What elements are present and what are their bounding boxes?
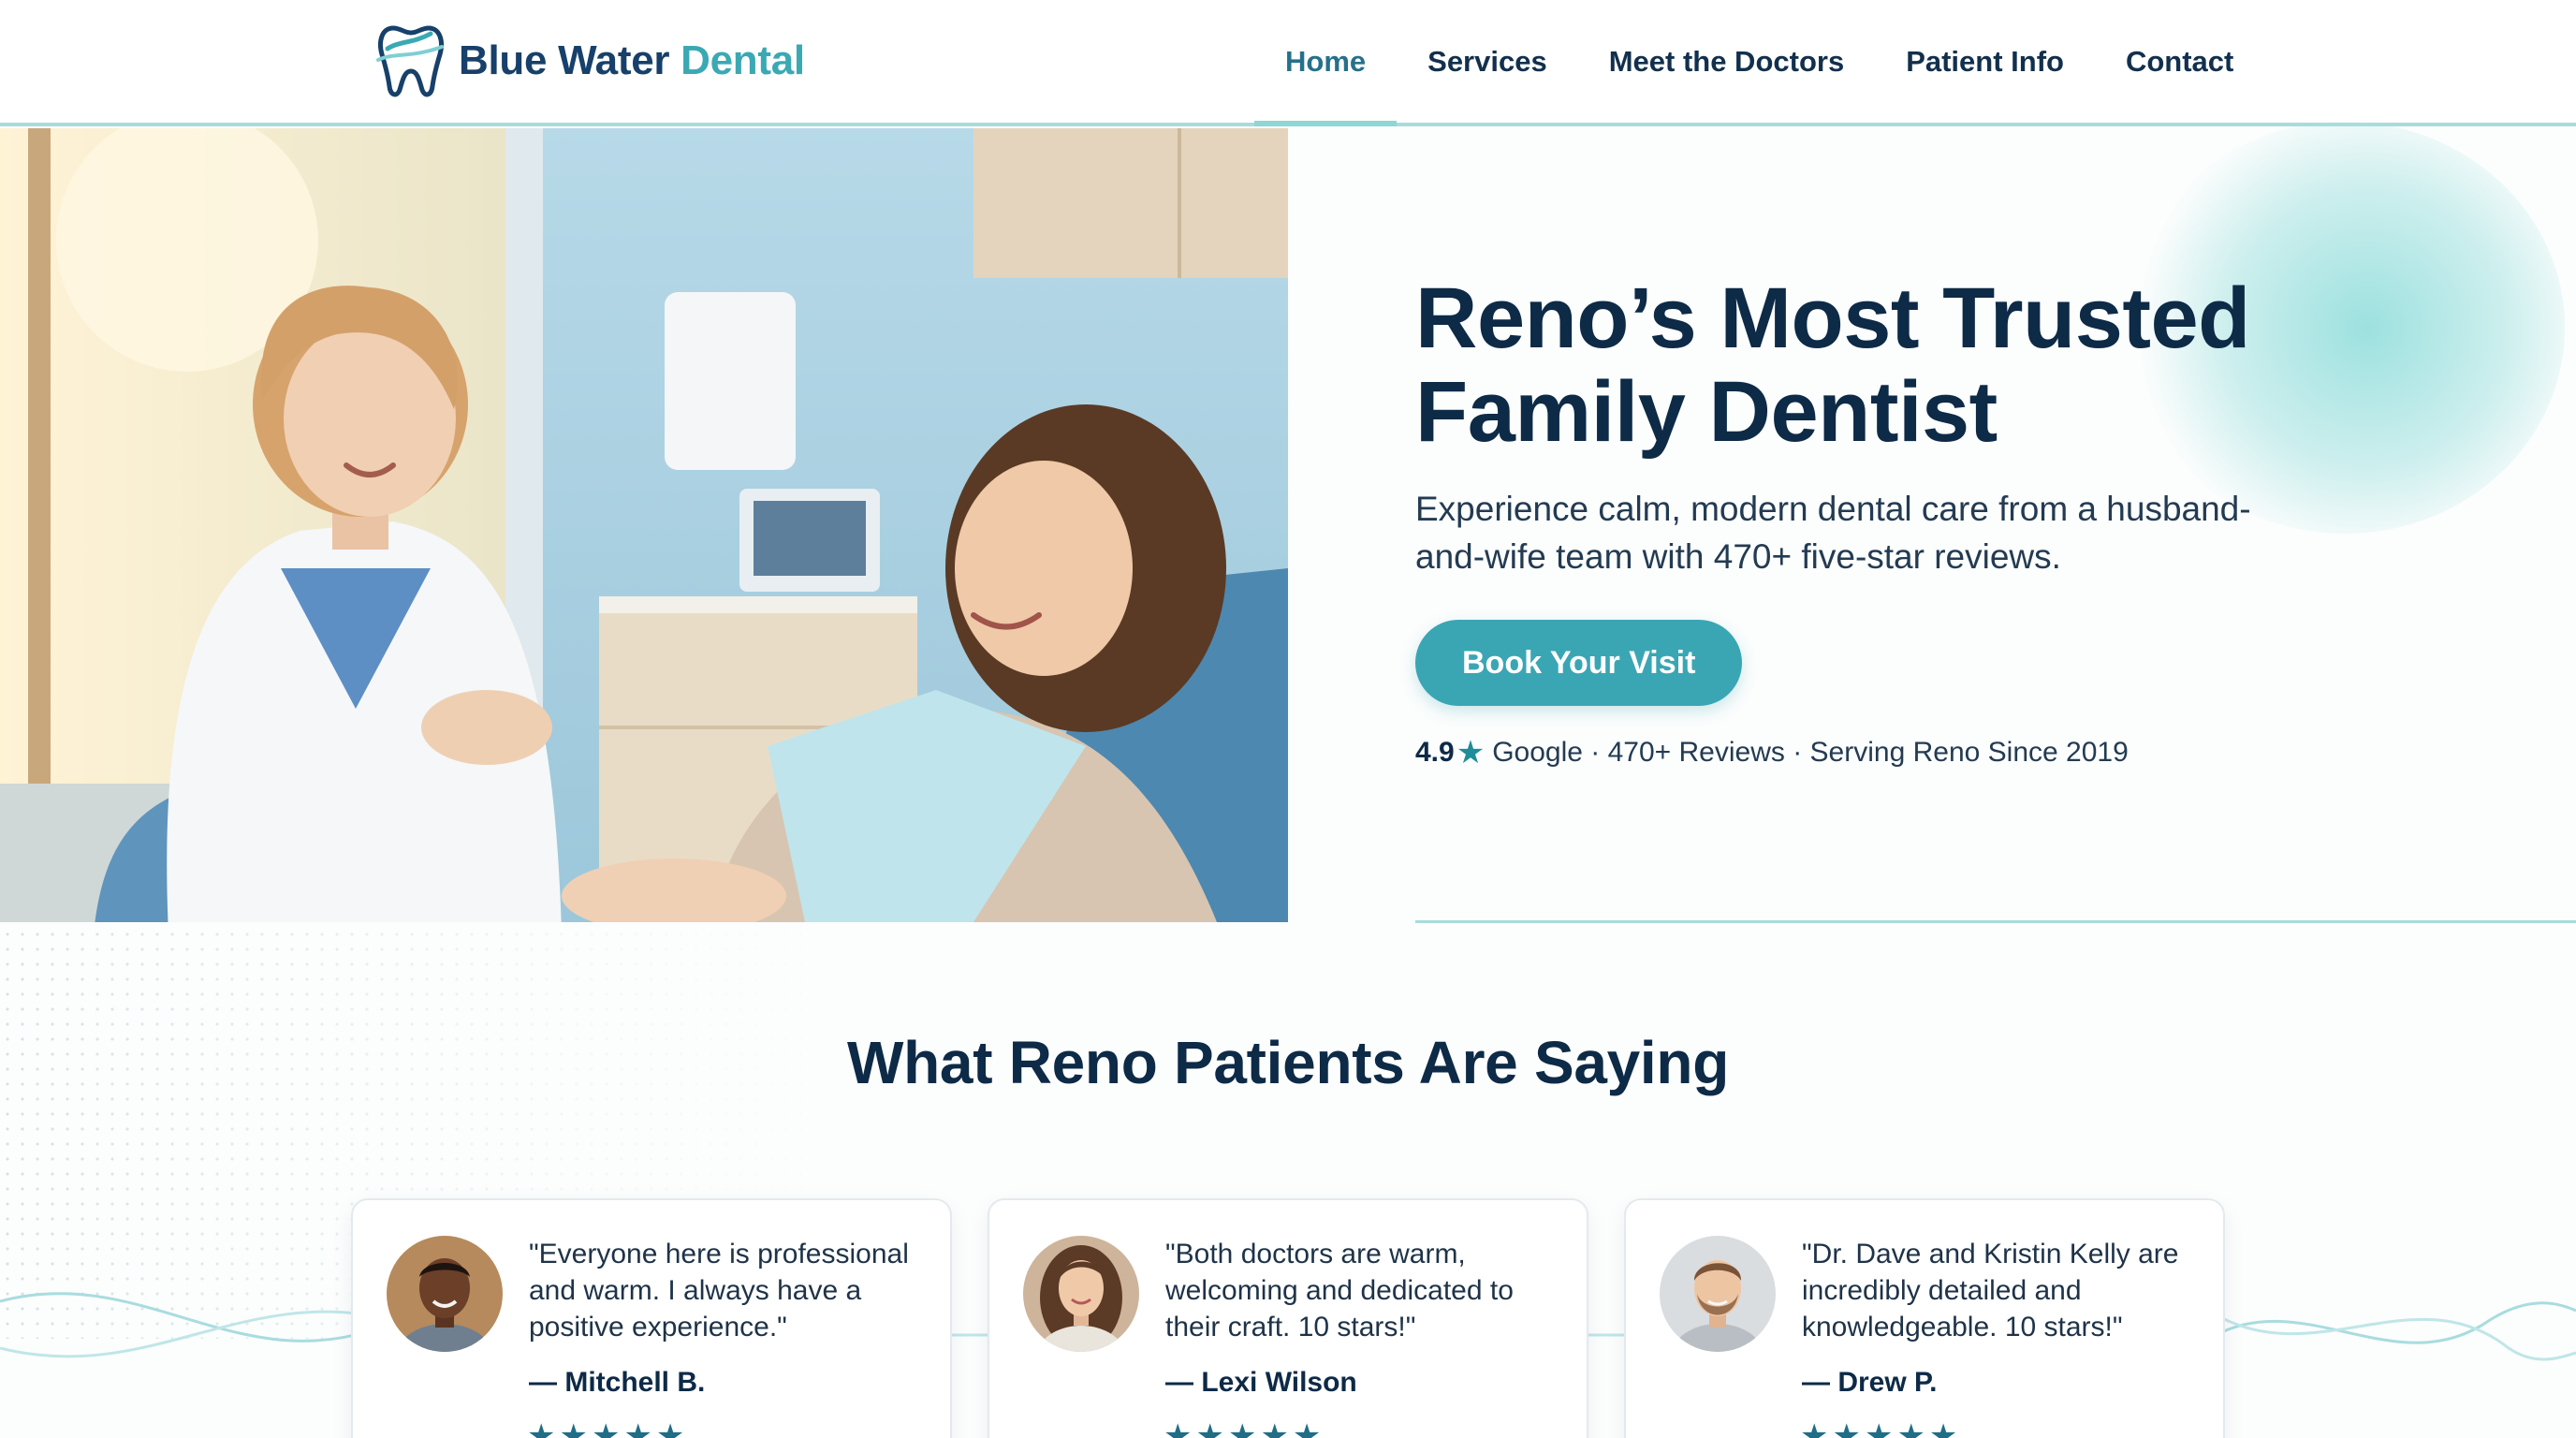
testimonial-card: "Dr. Dave and Kristin Kelly are incredib… <box>1624 1198 2225 1438</box>
star-icon: ★ <box>1456 735 1486 770</box>
star-rating-icon: ★★★★★ <box>1800 1418 1962 1438</box>
testimonial-cards: "Everyone here is professional and warm.… <box>351 1198 2225 1438</box>
brand-name: Blue Water Dental <box>459 37 805 84</box>
tooth-logo-icon <box>376 25 444 97</box>
nav-home[interactable]: Home <box>1254 0 1398 126</box>
brand-name-part2: Dental <box>681 37 805 83</box>
nav-services[interactable]: Services <box>1397 0 1578 123</box>
main-nav: Home Services Meet the Doctors Patient I… <box>1254 0 2264 126</box>
testimonial-quote: "Dr. Dave and Kristin Kelly are incredib… <box>1802 1239 2179 1343</box>
star-rating-icon: ★★★★★ <box>1164 1418 1325 1438</box>
testimonials-title: What Reno Patients Are Saying <box>847 1029 1729 1096</box>
hero-divider <box>1415 920 2576 923</box>
rating-score: 4.9 <box>1415 737 1455 768</box>
testimonial-author: — Mitchell B. <box>529 1367 706 1398</box>
hero-content: Reno’s Most Trusted Family Dentist Exper… <box>1415 271 2492 771</box>
hero-image <box>0 128 1288 922</box>
testimonial-author: — Drew P. <box>1802 1367 1938 1398</box>
hero-subtitle: Experience calm, modern dental care from… <box>1415 490 2251 576</box>
rating-details: Google · 470+ Reviews · Serving Reno Sin… <box>1492 737 2129 768</box>
testimonial-quote: "Both doctors are warm, welcoming and de… <box>1165 1239 1514 1343</box>
hero-title: Reno’s Most Trusted Family Dentist <box>1415 271 2492 459</box>
brand-name-part1: Blue Water <box>459 37 670 83</box>
brand-logo[interactable]: Blue Water Dental <box>374 21 805 101</box>
testimonial-quote: "Everyone here is professional and warm.… <box>529 1239 909 1343</box>
avatar <box>1023 1236 1139 1352</box>
nav-patient-info[interactable]: Patient Info <box>1875 0 2095 123</box>
site-header: Blue Water Dental Home Services Meet the… <box>0 0 2576 126</box>
hero-title-line2: Family Dentist <box>1415 364 1998 460</box>
testimonial-card: "Everyone here is professional and warm.… <box>351 1198 952 1438</box>
nav-meet-the-doctors[interactable]: Meet the Doctors <box>1578 0 1875 123</box>
nav-contact[interactable]: Contact <box>2095 0 2264 123</box>
avatar <box>1660 1236 1776 1352</box>
book-your-visit-button[interactable]: Book Your Visit <box>1415 620 1743 706</box>
hero-title-line1: Reno’s Most Trusted <box>1415 271 2250 366</box>
star-rating-icon: ★★★★★ <box>527 1418 689 1438</box>
avatar <box>387 1236 503 1352</box>
testimonial-card: "Both doctors are warm, welcoming and de… <box>988 1198 1588 1438</box>
rating-summary: 4.9 ★ Google · 470+ Reviews · Serving Re… <box>1415 734 2492 771</box>
testimonial-author: — Lexi Wilson <box>1165 1367 1357 1398</box>
